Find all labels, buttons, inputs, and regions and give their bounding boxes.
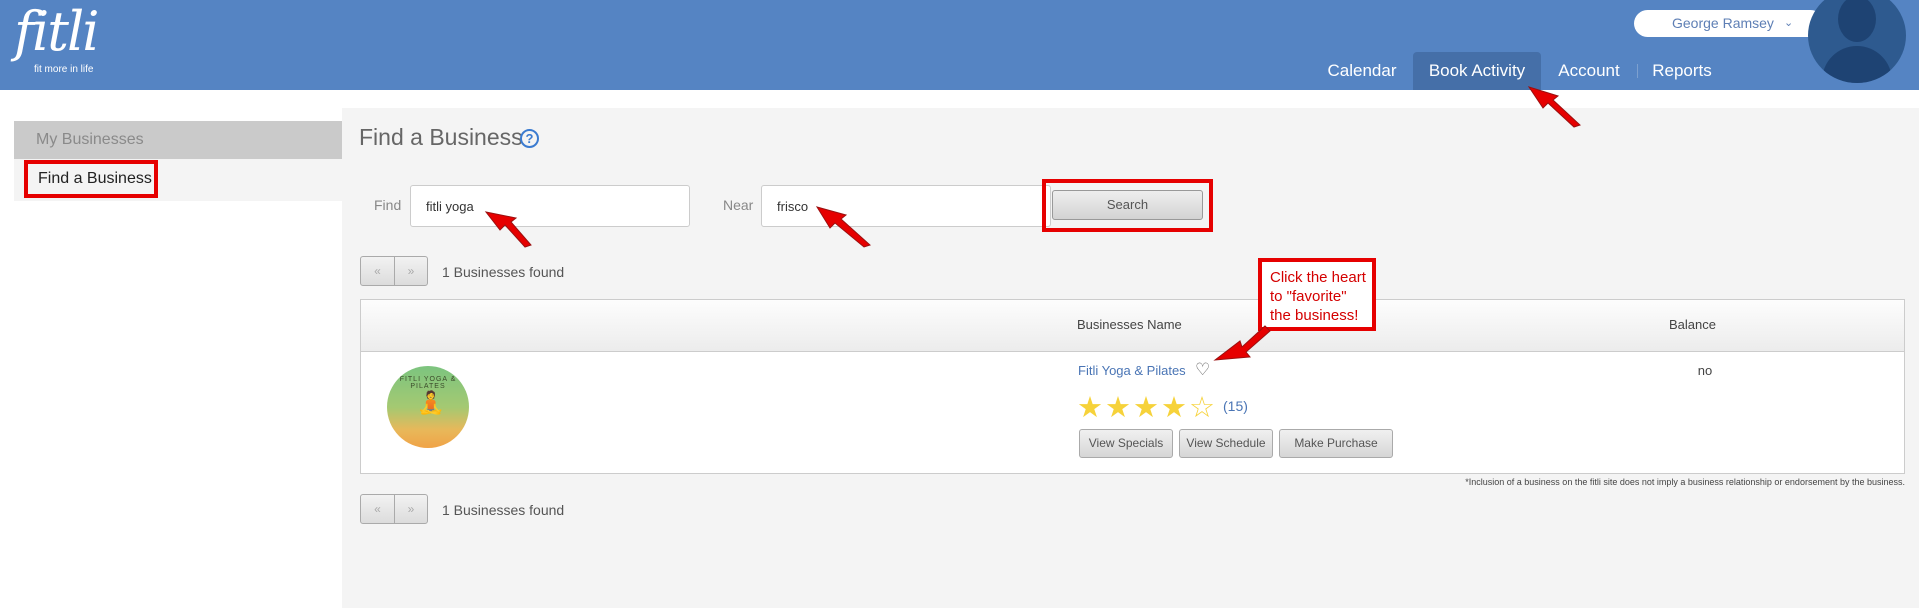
column-header-business-name: Businesses Name <box>1077 317 1182 332</box>
business-logo-text: FITLI YOGA & PILATES <box>399 376 457 390</box>
make-purchase-button[interactable]: Make Purchase <box>1279 429 1393 458</box>
review-count-link[interactable]: (15) <box>1223 398 1248 414</box>
star-filled-icon: ★ <box>1077 392 1103 424</box>
view-schedule-button[interactable]: View Schedule <box>1179 429 1273 458</box>
meditation-figure-icon: 🧘 <box>417 390 445 415</box>
heart-icon[interactable]: ♡ <box>1195 360 1210 380</box>
search-button[interactable]: Search <box>1052 190 1203 220</box>
results-table: Businesses Name Balance FITLI YOGA & PIL… <box>360 299 1905 474</box>
near-input[interactable] <box>761 185 1051 227</box>
pager-prev-button[interactable]: « <box>361 257 394 285</box>
nav-account[interactable]: Account <box>1550 52 1628 90</box>
pager-bottom: « » <box>360 494 428 524</box>
chevron-down-icon: ⌄ <box>1784 17 1794 29</box>
find-input[interactable] <box>410 185 690 227</box>
pager-next-button[interactable]: » <box>394 257 427 285</box>
help-icon[interactable]: ? <box>520 129 539 148</box>
fitli-logo[interactable]: fitli fit more in life <box>14 0 99 76</box>
callout-line: Click the heart <box>1270 269 1366 286</box>
nav-calendar[interactable]: Calendar <box>1318 52 1406 90</box>
star-rating: ★★★★☆ <box>1077 390 1217 425</box>
star-filled-icon: ★ <box>1133 392 1159 424</box>
business-name-link[interactable]: Fitli Yoga & Pilates <box>1078 363 1186 378</box>
annotation-callout: Click the heart to "favorite" the busine… <box>1258 258 1376 331</box>
sidebar-item-my-businesses[interactable]: My Businesses <box>14 121 342 159</box>
results-count: 1 Businesses found <box>442 502 565 518</box>
nav-reports[interactable]: Reports <box>1646 52 1718 90</box>
pager-top: « » <box>360 256 428 286</box>
logo-wordmark: fitli <box>14 0 99 63</box>
avatar-head-shape <box>1838 0 1876 42</box>
column-header-balance: Balance <box>1669 317 1716 332</box>
star-empty-icon: ☆ <box>1189 392 1215 424</box>
callout-line: the business! <box>1270 307 1359 324</box>
find-label: Find <box>374 197 402 213</box>
disclaimer-text: *Inclusion of a business on the fitli si… <box>1465 477 1905 487</box>
star-filled-icon: ★ <box>1105 392 1131 424</box>
pager-prev-button[interactable]: « <box>361 495 394 523</box>
results-count: 1 Businesses found <box>442 264 565 280</box>
callout-line: to "favorite" <box>1270 288 1347 305</box>
near-label: Near <box>723 197 754 213</box>
star-filled-icon: ★ <box>1161 392 1187 424</box>
view-specials-button[interactable]: View Specials <box>1079 429 1173 458</box>
sidebar-item-find-business[interactable]: Find a Business <box>24 160 158 198</box>
page-title: Find a Business <box>359 124 523 150</box>
nav-book-activity[interactable]: Book Activity <box>1413 52 1541 90</box>
pager-next-button[interactable]: » <box>394 495 427 523</box>
table-header: Businesses Name Balance <box>361 300 1904 352</box>
user-menu-button[interactable]: George Ramsey ⌄ <box>1634 10 1824 37</box>
nav-divider <box>1637 64 1638 78</box>
balance-value: no <box>1697 363 1713 378</box>
avatar-body-shape <box>1822 46 1892 83</box>
top-navigation-bar <box>0 0 1919 90</box>
user-name: George Ramsey <box>1672 15 1774 31</box>
logo-tagline: fit more in life <box>34 64 94 75</box>
business-logo[interactable]: FITLI YOGA & PILATES 🧘 <box>387 366 469 448</box>
